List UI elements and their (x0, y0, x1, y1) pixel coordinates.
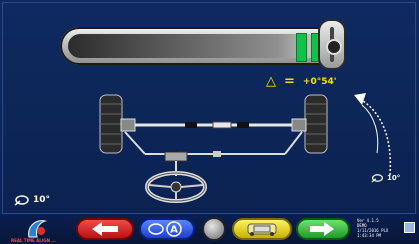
steering-wheel-icon: A (148, 221, 182, 237)
delta-icon: △ (266, 74, 276, 89)
green-segment (296, 33, 307, 62)
next-button[interactable] (296, 218, 350, 240)
left-wheel (99, 94, 123, 154)
scale-indicator-handle[interactable] (318, 19, 346, 70)
arrow-left-icon (92, 222, 118, 236)
time-text: 1:43:34 PM (357, 233, 382, 238)
caster-arc-gauge (354, 93, 392, 176)
adjustment-scale (60, 27, 346, 65)
round-disc-button[interactable] (202, 217, 226, 241)
equals-sign: = (284, 74, 295, 89)
vehicle-axle-diagram (99, 94, 328, 203)
plx-text: PLX (381, 228, 389, 233)
delta-readout: △ = +0°54' (266, 74, 337, 89)
vehicle-select-button[interactable] (232, 218, 292, 240)
delta-value: +0°54' (302, 76, 337, 87)
steering-angle-icon (371, 174, 383, 183)
right-angle-readout: 10° (371, 173, 400, 183)
system-info: Ver 4.1.5 DEMO 1/11/2016 PLX 1:43:34 PM (357, 218, 388, 238)
alignment-screen: △ = +0°54' 10° 10° REAL TIME ALIGN ... A… (0, 0, 419, 244)
right-angle-value: 10° (387, 174, 401, 182)
arrow-right-icon (310, 222, 334, 236)
auto-mode-button[interactable]: A (139, 218, 195, 240)
back-button[interactable] (76, 218, 134, 240)
steering-wheel-icon (145, 171, 207, 203)
svg-text:A: A (170, 225, 178, 236)
car-icon (247, 223, 277, 236)
window-icon[interactable] (404, 222, 415, 233)
left-angle-value: 10° (33, 195, 51, 205)
right-wheel (304, 94, 328, 154)
handle-knob (326, 39, 342, 55)
scale-track (68, 34, 330, 58)
steering-angle-icon (14, 195, 29, 206)
brand-logo-icon (28, 220, 47, 238)
brand-text: REAL TIME ALIGN ... (11, 238, 56, 243)
left-angle-readout: 10° (14, 194, 50, 206)
